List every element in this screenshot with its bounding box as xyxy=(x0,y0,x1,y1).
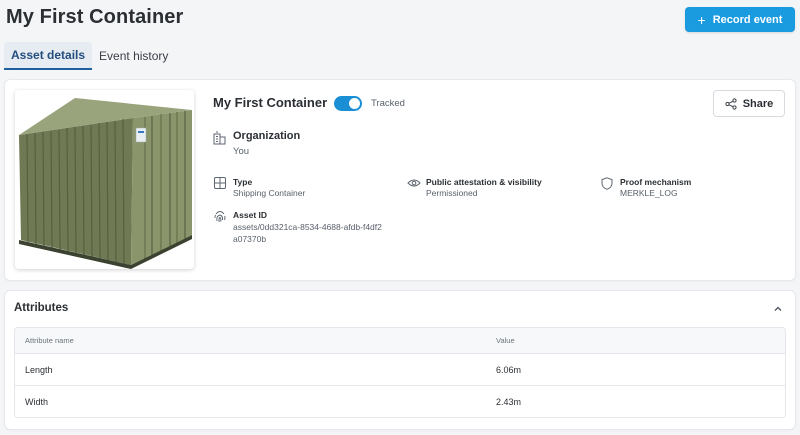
asset-name: My First Container xyxy=(213,95,328,110)
column-header-value[interactable]: Value xyxy=(496,328,515,353)
visibility-label: Public attestation & visibility xyxy=(426,177,542,187)
toggle-knob xyxy=(349,98,360,109)
share-label: Share xyxy=(742,97,774,110)
share-icon xyxy=(725,97,737,110)
organization-value: You xyxy=(233,146,250,157)
attribute-name-cell: Length xyxy=(25,364,53,375)
tracked-label: Tracked xyxy=(371,98,405,109)
column-header-attribute-name[interactable]: Attribute name xyxy=(25,328,74,353)
asset-id-label: Asset ID xyxy=(233,210,268,220)
tab-bar: Asset details Event history xyxy=(4,42,175,71)
record-event-button[interactable]: + Record event xyxy=(685,7,795,32)
asset-details-card: My First Container Tracked Share Organiz… xyxy=(5,80,795,280)
building-icon xyxy=(213,131,226,145)
attribute-value-cell: 2.43m xyxy=(496,397,522,407)
proof-mechanism-label: Proof mechanism xyxy=(620,177,692,187)
proof-mechanism-value: MERKLE_LOG xyxy=(620,188,678,198)
shield-icon xyxy=(601,177,613,190)
record-event-label: Record event xyxy=(712,13,783,26)
asset-image xyxy=(15,90,194,269)
asset-id-line-2: a07370b xyxy=(233,234,267,244)
organization-label: Organization xyxy=(233,130,301,142)
attributes-card: Attributes Attribute name Value Length 6… xyxy=(5,291,795,429)
type-grid-icon xyxy=(214,177,226,189)
attributes-title: Attributes xyxy=(14,302,69,314)
share-button[interactable]: Share xyxy=(713,90,785,117)
plus-icon: + xyxy=(697,11,706,28)
tab-event-history[interactable]: Event history xyxy=(92,42,175,70)
attribute-value-cell: 6.06m xyxy=(496,364,522,375)
attribute-name-cell: Width xyxy=(25,397,49,407)
visibility-value: Permissioned xyxy=(426,188,478,198)
tracked-toggle[interactable] xyxy=(334,96,362,111)
eye-icon xyxy=(407,178,421,188)
shipping-container-image xyxy=(19,98,192,269)
table-row[interactable]: Length 6.06m xyxy=(15,354,785,386)
tab-asset-details[interactable]: Asset details xyxy=(4,42,93,70)
asset-id-line-1: assets/0dd321ca-8534-4688-afdb-f4df2 xyxy=(233,222,382,232)
table-header: Attribute name Value xyxy=(15,328,785,354)
type-value: Shipping Container xyxy=(233,188,306,198)
page-title: My First Container xyxy=(6,6,184,28)
table-row[interactable]: Width 2.43m xyxy=(15,386,785,417)
fingerprint-icon xyxy=(214,210,226,223)
type-label: Type xyxy=(233,177,253,187)
attributes-table: Attribute name Value Length 6.06m Width … xyxy=(14,327,786,418)
chevron-up-icon[interactable] xyxy=(771,302,785,316)
